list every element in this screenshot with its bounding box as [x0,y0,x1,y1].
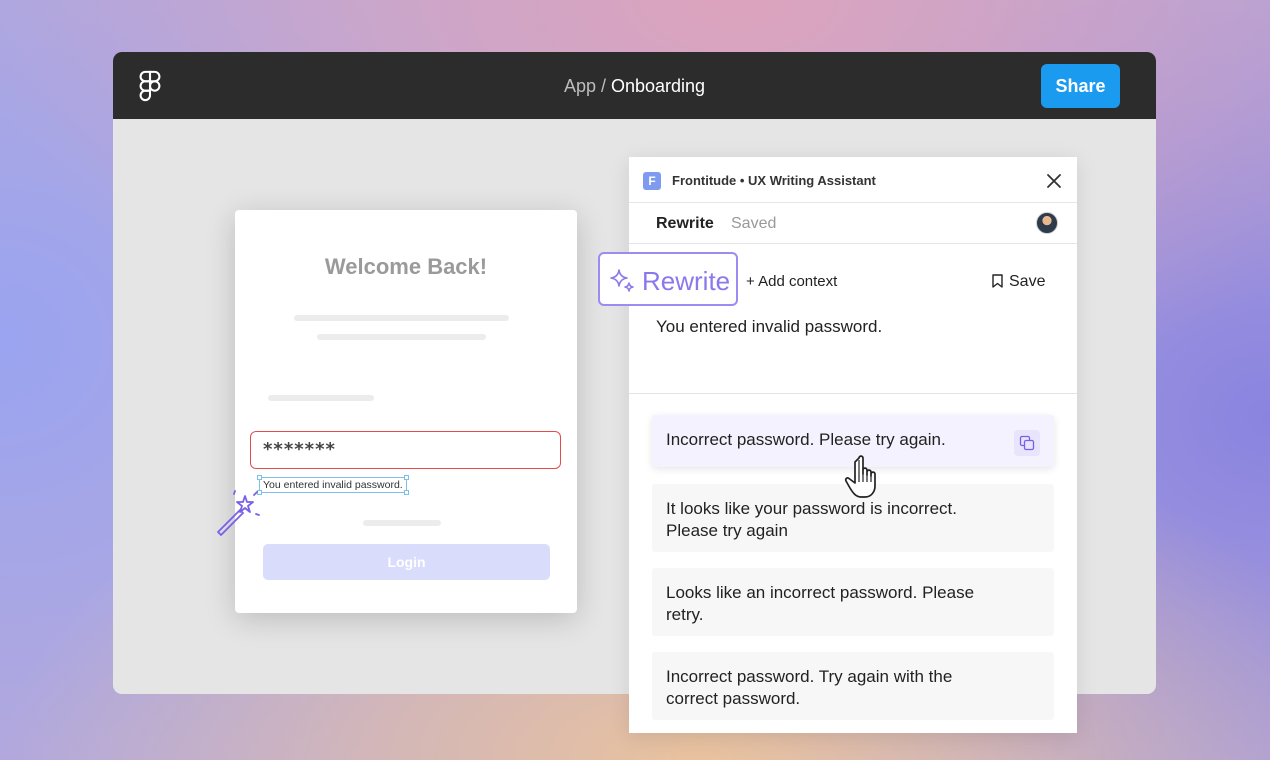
add-context-button[interactable]: + Add context [746,273,837,290]
welcome-title: Welcome Back! [324,254,488,279]
suggestion-text: Incorrect password. Please try again. [666,430,946,449]
placeholder-line [268,395,374,401]
placeholder-line [317,334,486,340]
original-text[interactable]: You entered invalid password. [656,317,882,337]
suggestion-item[interactable]: Incorrect password. Try again with the c… [652,652,1054,720]
breadcrumb-separator: / [595,76,611,96]
error-message[interactable]: You entered invalid password. [257,475,409,495]
rewrite-label: Rewrite [642,266,731,296]
login-button[interactable]: Login [263,544,550,580]
breadcrumb: App / Onboarding [113,76,1156,97]
copy-icon [1019,435,1035,451]
selection-handle[interactable] [403,475,409,480]
frontitude-logo: F [643,172,661,190]
save-button[interactable]: Save [992,273,1045,291]
magic-wand-icon [217,490,260,536]
login-card: Welcome Back! ******* You entered invali… [235,210,577,613]
bookmark-icon [992,274,1003,288]
selection-handle[interactable] [257,475,262,480]
tab-rewrite[interactable]: Rewrite [656,215,714,233]
close-icon[interactable] [1045,172,1063,190]
panel-header: F Frontitude • UX Writing Assistant [629,157,1077,203]
copy-button[interactable] [1014,430,1040,456]
ux-writing-panel: F Frontitude • UX Writing Assistant Rewr… [629,157,1077,733]
save-label: Save [1009,273,1046,290]
suggestion-item[interactable]: Looks like an incorrect password. Please… [652,568,1054,636]
sparkle-icon [610,269,634,292]
password-field[interactable]: ******* [250,431,561,469]
tab-saved[interactable]: Saved [731,215,776,233]
breadcrumb-current[interactable]: Onboarding [611,76,705,96]
top-bar: App / Onboarding Share [113,52,1156,119]
hand-pointer-icon [844,455,876,498]
breadcrumb-parent[interactable]: App [564,76,596,96]
suggestion-text: Looks like an incorrect password. Please… [666,583,975,624]
selection-handle[interactable] [403,490,409,495]
error-message-text: You entered invalid password. [263,479,403,491]
divider [629,393,1077,394]
placeholder-line [363,520,441,526]
avatar[interactable] [1036,212,1058,234]
panel-tabs: Rewrite Saved [629,203,1077,244]
placeholder-line [294,315,509,321]
rewrite-button[interactable]: Rewrite [598,252,738,306]
panel-title: Frontitude • UX Writing Assistant [672,173,876,188]
share-button[interactable]: Share [1041,64,1120,108]
suggestion-text: Incorrect password. Try again with the c… [666,667,953,708]
suggestion-text: It looks like your password is incorrect… [666,499,957,540]
